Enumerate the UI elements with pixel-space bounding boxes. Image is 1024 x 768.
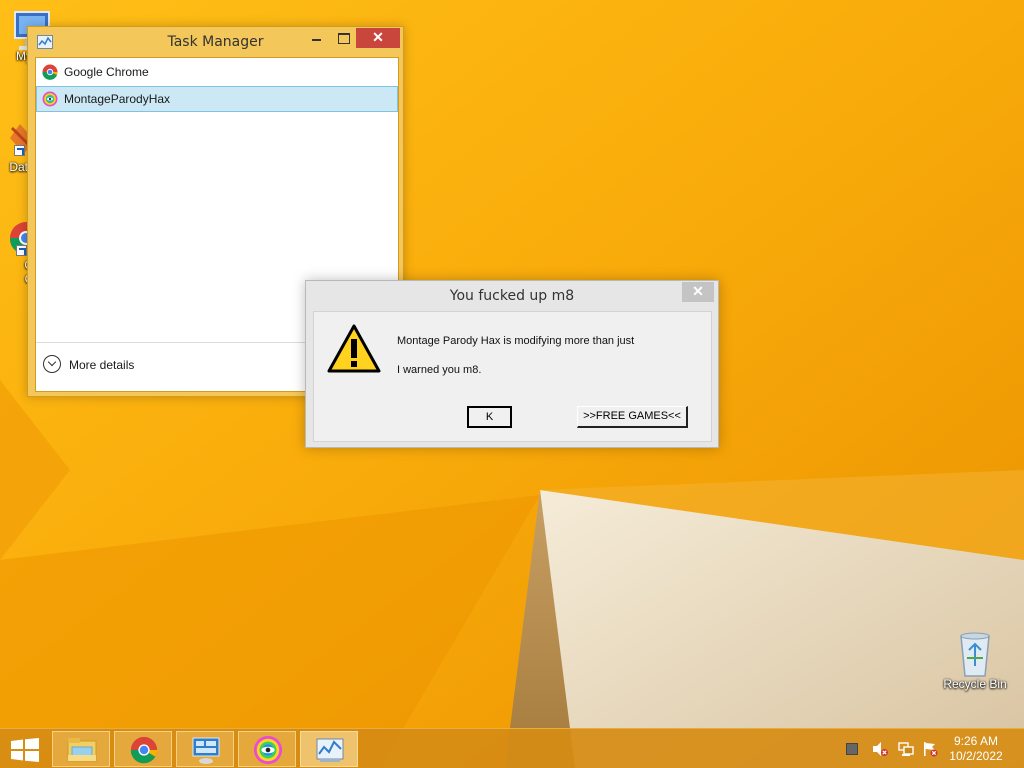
folder-icon [67, 738, 97, 762]
maximize-button[interactable] [330, 28, 356, 48]
task-manager-icon [316, 738, 344, 762]
close-button[interactable]: ✕ [356, 28, 400, 48]
process-name: Google Chrome [64, 65, 149, 79]
remote-desktop-icon [192, 737, 220, 764]
recycle-bin-icon [960, 632, 990, 677]
process-row[interactable]: Google Chrome [36, 59, 398, 85]
action-center-icon[interactable] [844, 741, 860, 757]
montage-hax-icon [253, 735, 283, 765]
process-row-selected[interactable]: MontageParodyHax [36, 86, 398, 112]
chevron-down-icon [43, 355, 61, 373]
dialog-body: Montage Parody Hax is modifying more tha… [313, 311, 712, 442]
dialog-message: Montage Parody Hax is modifying more tha… [397, 335, 635, 347]
system-clock[interactable]: 9:26 AM 10/2/2022 [936, 734, 1016, 764]
clock-time: 9:26 AM [953, 734, 999, 748]
minimize-button[interactable] [304, 28, 330, 48]
process-name: MontageParodyHax [64, 92, 171, 106]
taskbar: 9:26 AM 10/2/2022 [0, 728, 1024, 768]
shortcut-arrow-icon [16, 245, 27, 256]
clock-date: 10/2/2022 [949, 749, 1003, 763]
start-button[interactable] [10, 738, 40, 762]
taskbar-remote-desktop[interactable] [176, 731, 234, 767]
montage-hax-icon [42, 91, 58, 107]
taskbar-montage-parody-hax[interactable] [238, 731, 296, 767]
ok-button[interactable]: K [467, 406, 512, 428]
network-icon[interactable] [898, 741, 914, 757]
error-dialog[interactable]: You fucked up m8 ✕ Montage Parody Hax is… [305, 280, 719, 448]
volume-muted-icon[interactable] [872, 741, 888, 757]
shortcut-arrow-icon [14, 145, 25, 156]
taskbar-file-explorer[interactable] [52, 731, 110, 767]
taskbar-task-manager[interactable] [300, 731, 358, 767]
chrome-icon [130, 736, 158, 764]
chrome-icon [42, 64, 58, 80]
warning-icon [327, 324, 381, 373]
dialog-title: You fucked up m8 [449, 288, 575, 304]
desktop-icon-label: Recycle Bin [943, 677, 1007, 691]
free-games-button[interactable]: >>FREE GAMES<< [577, 406, 688, 428]
more-details-label: More details [69, 358, 135, 372]
taskbar-google-chrome[interactable] [114, 731, 172, 767]
task-manager-titlebar[interactable]: Task Manager ✕ [28, 27, 403, 57]
dialog-message: I warned you m8. [397, 364, 482, 376]
dialog-close-button[interactable]: ✕ [682, 282, 714, 302]
desktop-icon-recycle-bin[interactable]: Recycle Bin [935, 630, 1015, 691]
